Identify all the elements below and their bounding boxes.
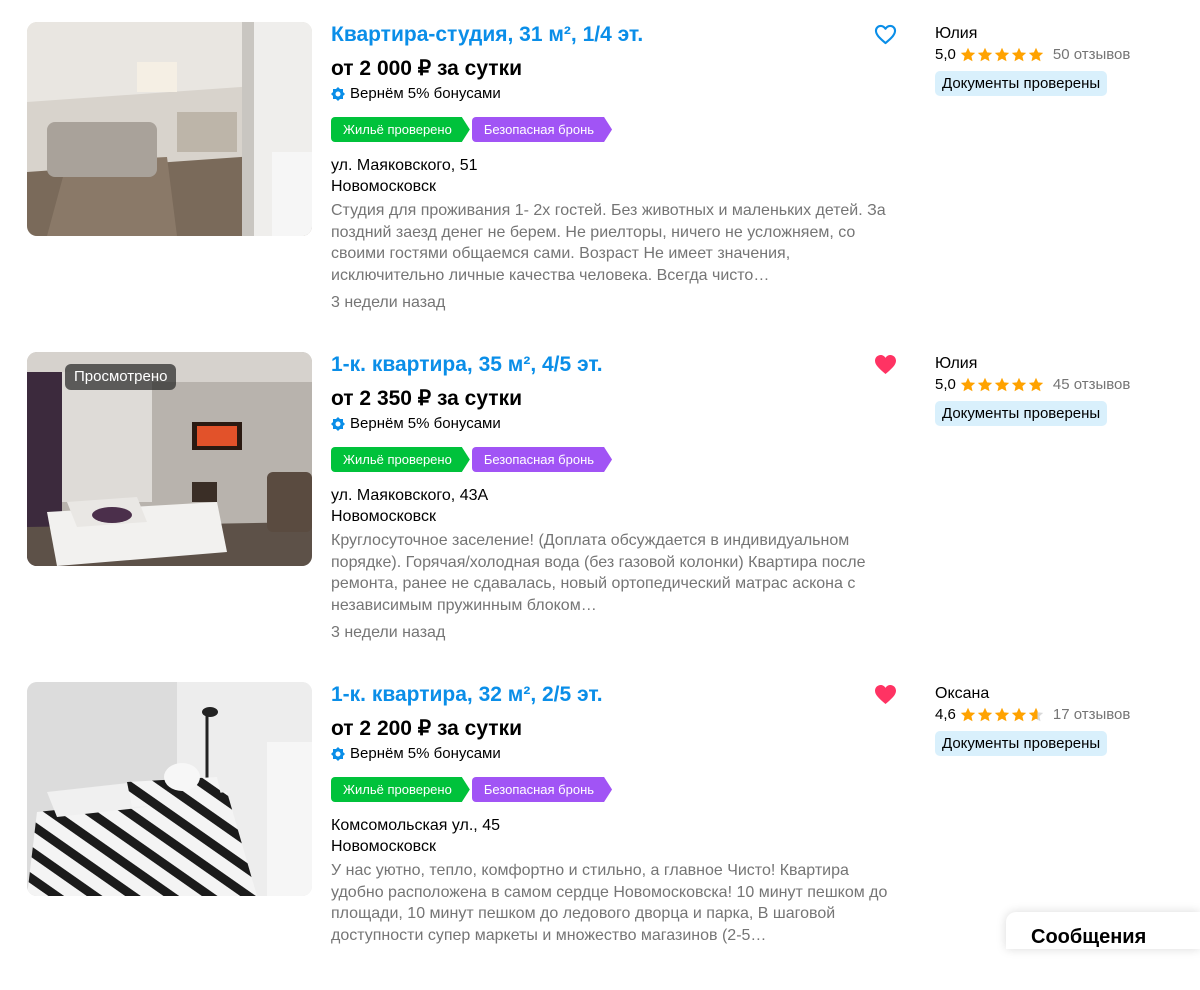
star-icon bbox=[1011, 707, 1027, 722]
reviews-link[interactable]: 50 отзывов bbox=[1053, 45, 1131, 65]
listing-title[interactable]: 1-к. квартира, 35 м², 4/5 эт. bbox=[331, 352, 603, 378]
bonus-icon bbox=[331, 87, 345, 101]
street: ул. Маяковского, 43А bbox=[331, 487, 489, 504]
reviews-link[interactable]: 17 отзывов bbox=[1053, 705, 1131, 725]
rating-stars bbox=[960, 47, 1044, 63]
bonus-label: Вернём 5% бонусами bbox=[350, 415, 501, 432]
description: Студия для проживания 1- 2х гостей. Без … bbox=[331, 202, 886, 284]
heart-outline-icon[interactable] bbox=[874, 24, 897, 45]
rating-value: 5,0 bbox=[935, 376, 956, 393]
badge-safe-booking: Безопасная бронь bbox=[472, 777, 612, 802]
listing-price: от 2 000 ₽ за сутки bbox=[331, 57, 522, 80]
badge-verified: Жильё проверено bbox=[331, 777, 470, 802]
star-icon bbox=[1028, 47, 1044, 62]
heart-filled-icon[interactable] bbox=[874, 354, 897, 375]
listing-title[interactable]: 1-к. квартира, 32 м², 2/5 эт. bbox=[331, 682, 603, 708]
bonus-icon bbox=[331, 417, 345, 431]
address: Комсомольская ул., 45 Новомосковск bbox=[331, 815, 500, 857]
messages-label[interactable]: Сообщения bbox=[1031, 926, 1146, 949]
badge-safe-booking: Безопасная бронь bbox=[472, 117, 612, 142]
bonus-info: Вернём 5% бонусами bbox=[331, 414, 501, 434]
viewed-badge: Просмотрено bbox=[65, 364, 177, 390]
documents-verified-badge: Документы проверены bbox=[935, 731, 1108, 756]
seller-rating: 5,0 45 отзывов bbox=[935, 375, 1130, 395]
star-icon bbox=[977, 707, 993, 722]
bonus-label: Вернём 5% бонусами bbox=[350, 85, 501, 102]
star-icon bbox=[994, 47, 1010, 62]
bonus-info: Вернём 5% бонусами bbox=[331, 84, 501, 104]
star-icon bbox=[960, 707, 976, 722]
rating-stars bbox=[960, 377, 1044, 393]
star-icon bbox=[1028, 377, 1044, 392]
seller-rating: 5,0 50 отзывов bbox=[935, 45, 1130, 65]
badge-verified: Жильё проверено bbox=[331, 447, 470, 472]
seller-rating: 4,6 17 отзывов bbox=[935, 705, 1130, 725]
messages-widget[interactable]: Сообщения bbox=[1006, 912, 1200, 949]
badge-verified: Жильё проверено bbox=[331, 117, 470, 142]
description: У нас уютно, тепло, комфортно и стильно,… bbox=[331, 862, 888, 944]
documents-verified-badge: Документы проверены bbox=[935, 71, 1108, 96]
star-icon bbox=[977, 377, 993, 392]
zebra-bed-photo bbox=[27, 682, 312, 896]
listing-photo[interactable] bbox=[27, 682, 312, 896]
address: ул. Маяковского, 51 Новомосковск bbox=[331, 155, 478, 197]
street: Комсомольская ул., 45 bbox=[331, 817, 500, 834]
documents-verified-badge: Документы проверены bbox=[935, 401, 1108, 426]
star-icon bbox=[960, 47, 976, 62]
badges: Жильё проверено Безопасная бронь bbox=[331, 447, 612, 472]
star-icon bbox=[1028, 707, 1044, 722]
star-icon bbox=[977, 47, 993, 62]
badges: Жильё проверено Безопасная бронь bbox=[331, 117, 612, 142]
heart-filled-icon[interactable] bbox=[874, 684, 897, 705]
star-icon bbox=[1011, 377, 1027, 392]
address: ул. Маяковского, 43А Новомосковск bbox=[331, 485, 488, 527]
studio-photo bbox=[27, 22, 312, 236]
street: ул. Маяковского, 51 bbox=[331, 157, 478, 174]
badges: Жильё проверено Безопасная бронь bbox=[331, 777, 612, 802]
listing-title[interactable]: Квартира-студия, 31 м², 1/4 эт. bbox=[331, 22, 643, 48]
star-icon bbox=[994, 707, 1010, 722]
city: Новомосковск bbox=[331, 838, 436, 855]
reviews-link[interactable]: 45 отзывов bbox=[1053, 375, 1131, 395]
listing-card[interactable]: Просмотрено 1-к. квартира, 35 м², 4/5 эт… bbox=[0, 330, 1200, 660]
listing-card[interactable]: Квартира-студия, 31 м², 1/4 эт. от 2 000… bbox=[0, 0, 1200, 330]
city: Новомосковск bbox=[331, 178, 436, 195]
seller-name[interactable]: Юлия bbox=[935, 24, 977, 44]
city: Новомосковск bbox=[331, 508, 436, 525]
rating-stars bbox=[960, 707, 1044, 723]
star-icon bbox=[994, 377, 1010, 392]
posted-date: 3 недели назад bbox=[331, 294, 446, 311]
description: Круглосуточное заселение! (Доплата обсуж… bbox=[331, 532, 866, 614]
star-icon bbox=[1011, 47, 1027, 62]
listing-photo[interactable]: Просмотрено bbox=[27, 352, 312, 566]
bonus-label: Вернём 5% бонусами bbox=[350, 745, 501, 762]
listing-photo[interactable] bbox=[27, 22, 312, 236]
star-icon bbox=[960, 377, 976, 392]
listing-price: от 2 350 ₽ за сутки bbox=[331, 387, 522, 410]
bonus-icon bbox=[331, 747, 345, 761]
posted-date: 3 недели назад bbox=[331, 624, 446, 641]
listing-price: от 2 200 ₽ за сутки bbox=[331, 717, 522, 740]
bonus-info: Вернём 5% бонусами bbox=[331, 744, 501, 764]
badge-safe-booking: Безопасная бронь bbox=[472, 447, 612, 472]
rating-value: 5,0 bbox=[935, 46, 956, 63]
seller-name[interactable]: Юлия bbox=[935, 354, 977, 374]
rating-value: 4,6 bbox=[935, 706, 956, 723]
seller-name[interactable]: Оксана bbox=[935, 684, 989, 704]
